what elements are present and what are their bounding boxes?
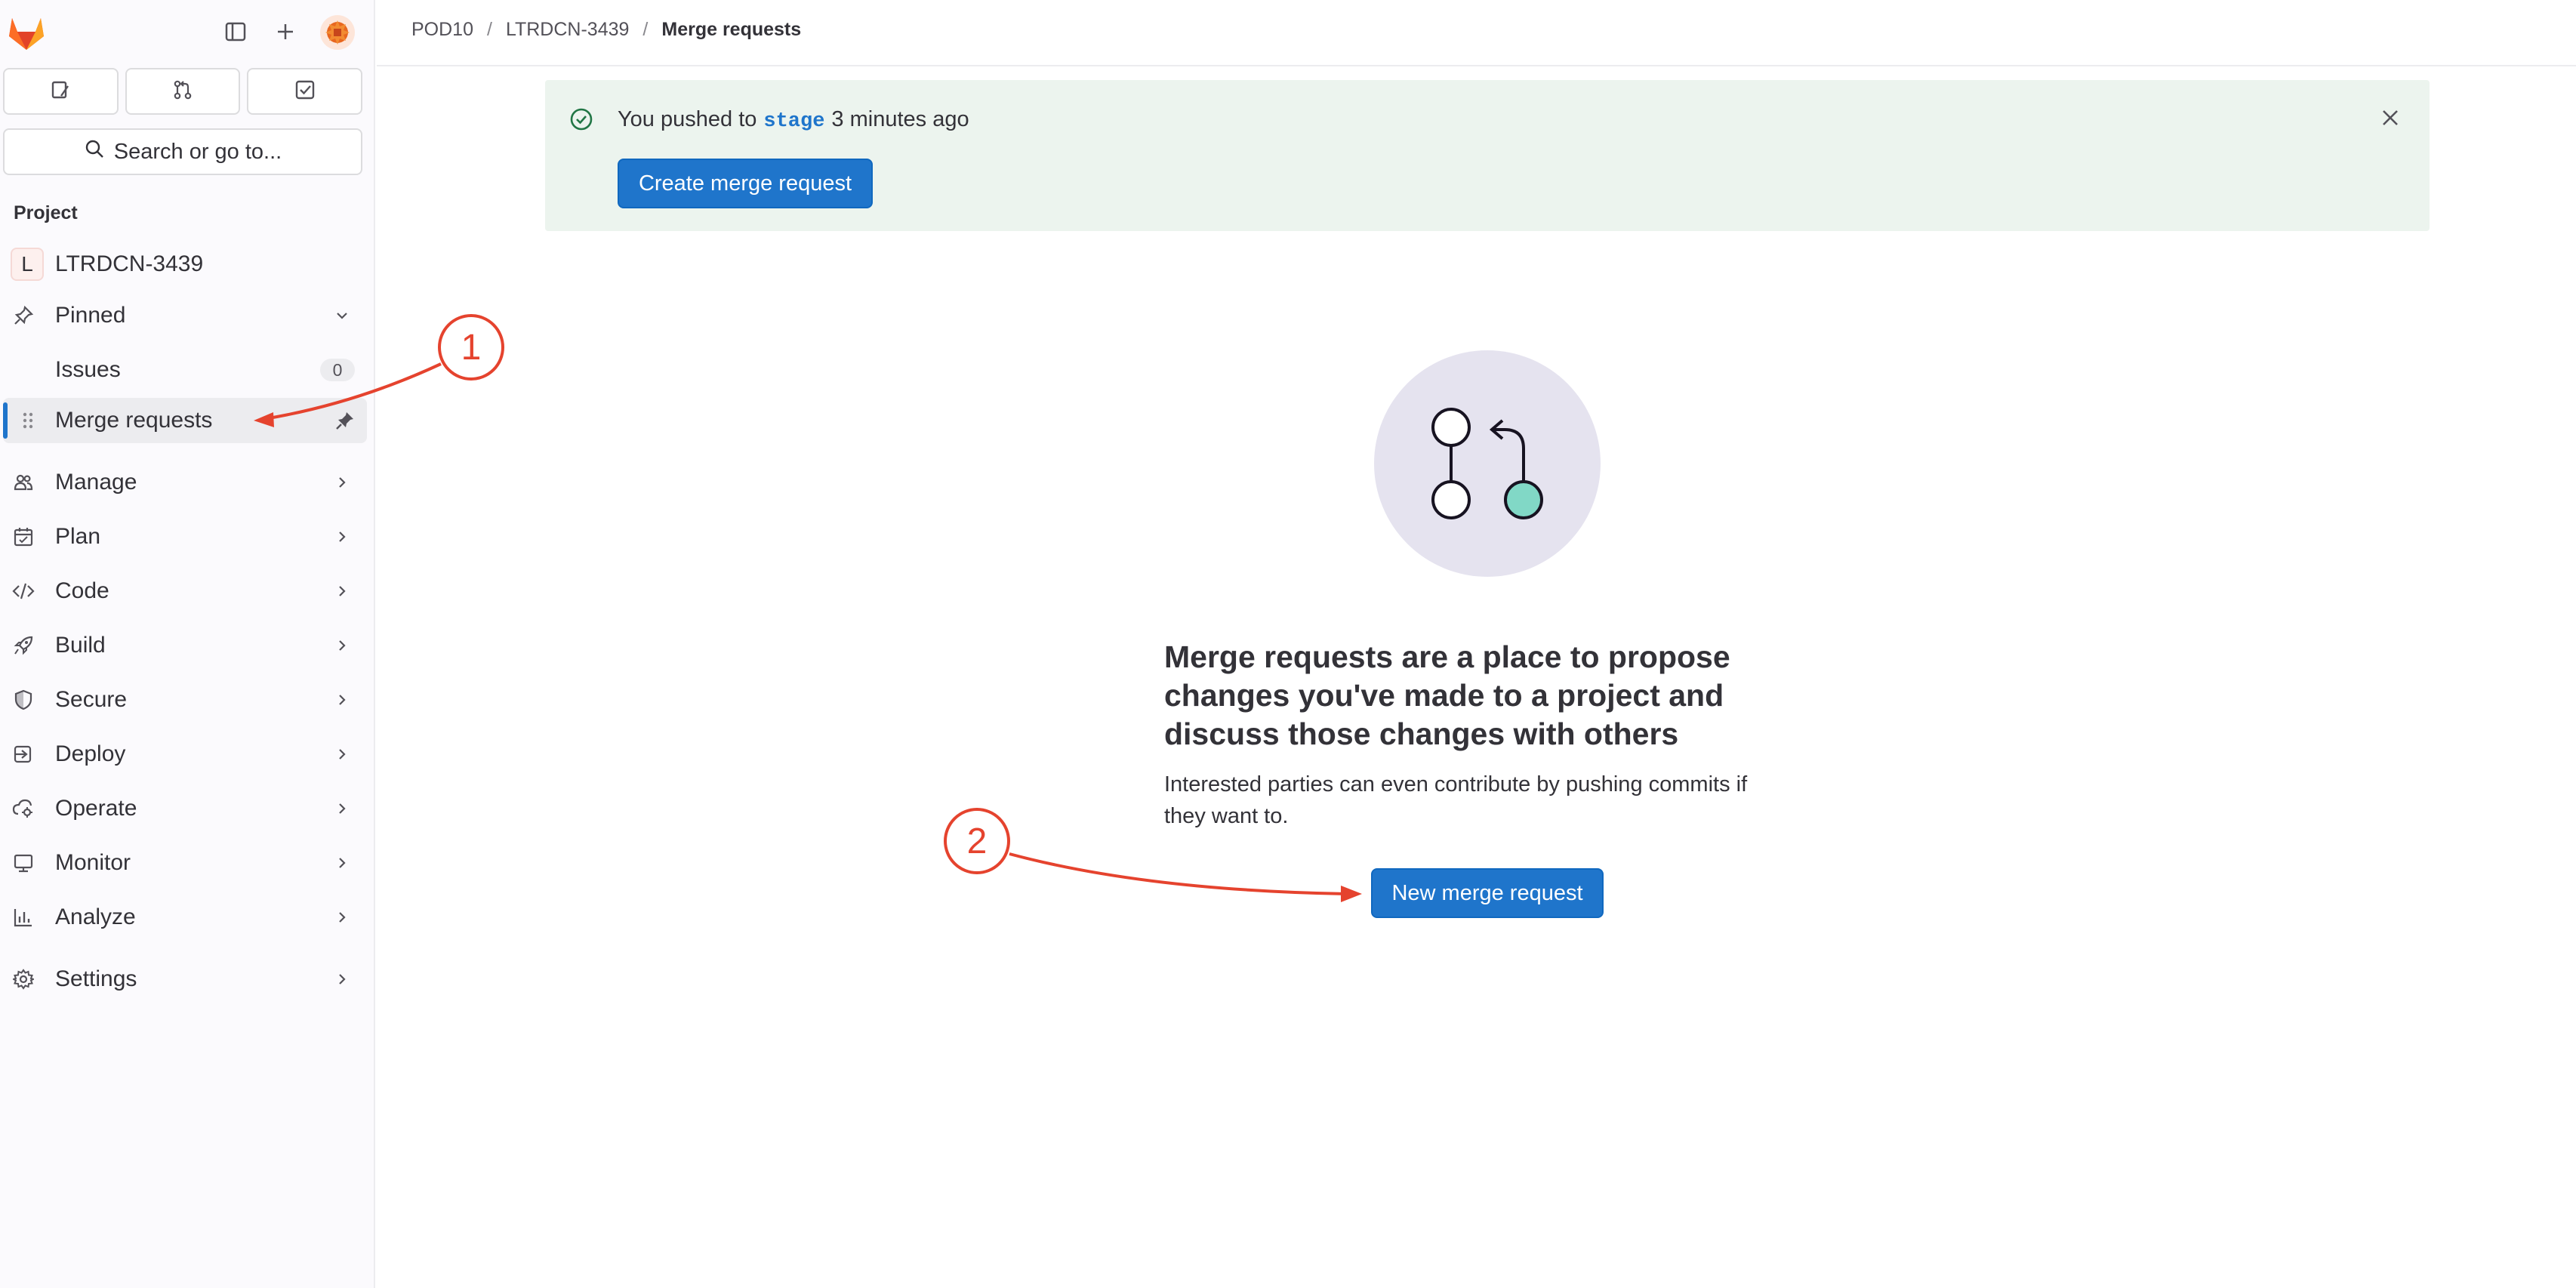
sidebar-item-deploy[interactable]: Deploy (3, 732, 367, 777)
sidebar: Search or go to... Project L LTRDCN-3439… (0, 0, 375, 1288)
sidebar-item-label: Analyze (55, 904, 136, 929)
issues-icon (51, 80, 70, 103)
assigned-issues-button[interactable] (3, 68, 119, 115)
unpin-icon[interactable] (334, 409, 356, 432)
plus-icon[interactable] (269, 15, 302, 48)
sidebar-item-analyze[interactable]: Analyze (3, 895, 367, 940)
sidebar-item-label: Issues (55, 357, 121, 382)
sidebar-item-label: Settings (55, 966, 137, 991)
rocket-icon (12, 634, 35, 657)
sidebar-item-label: Merge requests (55, 408, 213, 433)
calendar-icon (12, 525, 35, 548)
annotation-callout-1: 1 (438, 314, 504, 381)
breadcrumb-separator: / (642, 19, 649, 40)
merge-requests-button[interactable] (125, 68, 241, 115)
sidebar-item-label: Secure (55, 687, 128, 712)
sidebar-item-secure[interactable]: Secure (3, 677, 367, 723)
sidebar-item-build[interactable]: Build (3, 623, 367, 668)
breadcrumb-separator: / (486, 19, 492, 40)
top-bar: POD10 / LTRDCN-3439 / Merge requests (377, 0, 2576, 66)
drag-handle-icon[interactable] (17, 409, 39, 432)
sidebar-item-label: Monitor (55, 850, 131, 875)
gear-icon (12, 968, 35, 991)
issues-count-badge: 0 (320, 359, 355, 381)
search-button[interactable]: Search or go to... (3, 128, 362, 175)
project-avatar: L (11, 248, 44, 281)
chevron-right-icon (334, 855, 350, 871)
sidebar-item-manage[interactable]: Manage (3, 460, 367, 505)
sidebar-item-label: Deploy (55, 741, 126, 766)
merge-request-icon (1431, 408, 1543, 519)
sidebar-quick-tabs (3, 68, 363, 115)
merge-request-illustration (1374, 350, 1601, 577)
create-merge-request-button[interactable]: Create merge request (618, 159, 873, 208)
deploy-icon (12, 743, 35, 766)
chevron-right-icon (334, 637, 350, 654)
alert-message: You pushed to stage 3 minutes ago (618, 107, 969, 133)
sidebar-item-label: Manage (55, 470, 137, 495)
sidebar-item-label: Code (55, 578, 109, 603)
annotation-callout-2: 2 (944, 808, 1010, 874)
code-icon (12, 580, 35, 602)
chevron-right-icon (334, 583, 350, 599)
empty-state-title: Merge requests are a place to propose ch… (1164, 639, 1730, 751)
alert-prefix: You pushed to (618, 107, 757, 131)
monitor-icon (12, 852, 35, 874)
chevron-right-icon (334, 971, 350, 988)
chevron-right-icon (334, 909, 350, 926)
sidebar-item-monitor[interactable]: Monitor (3, 840, 367, 886)
collapse-sidebar-icon[interactable] (219, 15, 252, 48)
pinned-label: Pinned (55, 303, 126, 328)
project-name: LTRDCN-3439 (55, 251, 204, 276)
search-icon (84, 138, 105, 165)
cloud-gear-icon (12, 797, 35, 820)
chevron-right-icon (334, 692, 350, 708)
chevron-right-icon (334, 746, 350, 763)
project-link[interactable]: L LTRDCN-3439 (3, 242, 367, 287)
sidebar-header (0, 0, 375, 62)
push-alert: You pushed to stage 3 minutes ago Create… (545, 80, 2430, 231)
todos-button[interactable] (247, 68, 363, 115)
chevron-down-icon (334, 307, 350, 324)
breadcrumb-group[interactable]: POD10 (411, 19, 473, 41)
close-icon[interactable] (2375, 103, 2405, 133)
sidebar-item-plan[interactable]: Plan (3, 514, 367, 559)
todo-check-icon (294, 79, 316, 104)
pinned-section-toggle[interactable]: Pinned (3, 293, 367, 338)
empty-state-description: Interested parties can even contribute b… (1164, 772, 1748, 828)
alert-suffix: 3 minutes ago (831, 107, 969, 131)
chevron-right-icon (334, 528, 350, 545)
sidebar-item-issues[interactable]: Issues 0 (3, 347, 367, 393)
sidebar-item-label: Build (55, 633, 106, 658)
merge-request-icon (172, 79, 193, 104)
breadcrumb-project[interactable]: LTRDCN-3439 (506, 19, 629, 41)
sidebar-item-operate[interactable]: Operate (3, 786, 367, 831)
branch-name[interactable]: stage (763, 110, 824, 133)
user-avatar[interactable] (320, 15, 355, 50)
section-title: Project (14, 202, 78, 223)
chart-icon (12, 906, 35, 929)
users-icon (12, 471, 35, 494)
sidebar-item-settings[interactable]: Settings (3, 957, 367, 1002)
sidebar-item-merge-requests[interactable]: Merge requests (3, 398, 367, 443)
pin-icon (12, 304, 35, 327)
active-indicator (3, 402, 8, 439)
sidebar-item-label: Operate (55, 796, 137, 821)
shield-icon (12, 689, 35, 711)
breadcrumb: POD10 / LTRDCN-3439 / Merge requests (411, 19, 801, 41)
breadcrumb-current[interactable]: Merge requests (661, 19, 801, 41)
chevron-right-icon (334, 800, 350, 817)
sidebar-item-code[interactable]: Code (3, 569, 367, 614)
new-merge-request-button[interactable]: New merge request (1371, 868, 1604, 918)
gitlab-logo[interactable] (6, 14, 47, 51)
check-circle-icon (570, 108, 593, 131)
search-label: Search or go to... (113, 139, 282, 164)
sidebar-item-label: Plan (55, 524, 101, 549)
chevron-right-icon (334, 474, 350, 491)
